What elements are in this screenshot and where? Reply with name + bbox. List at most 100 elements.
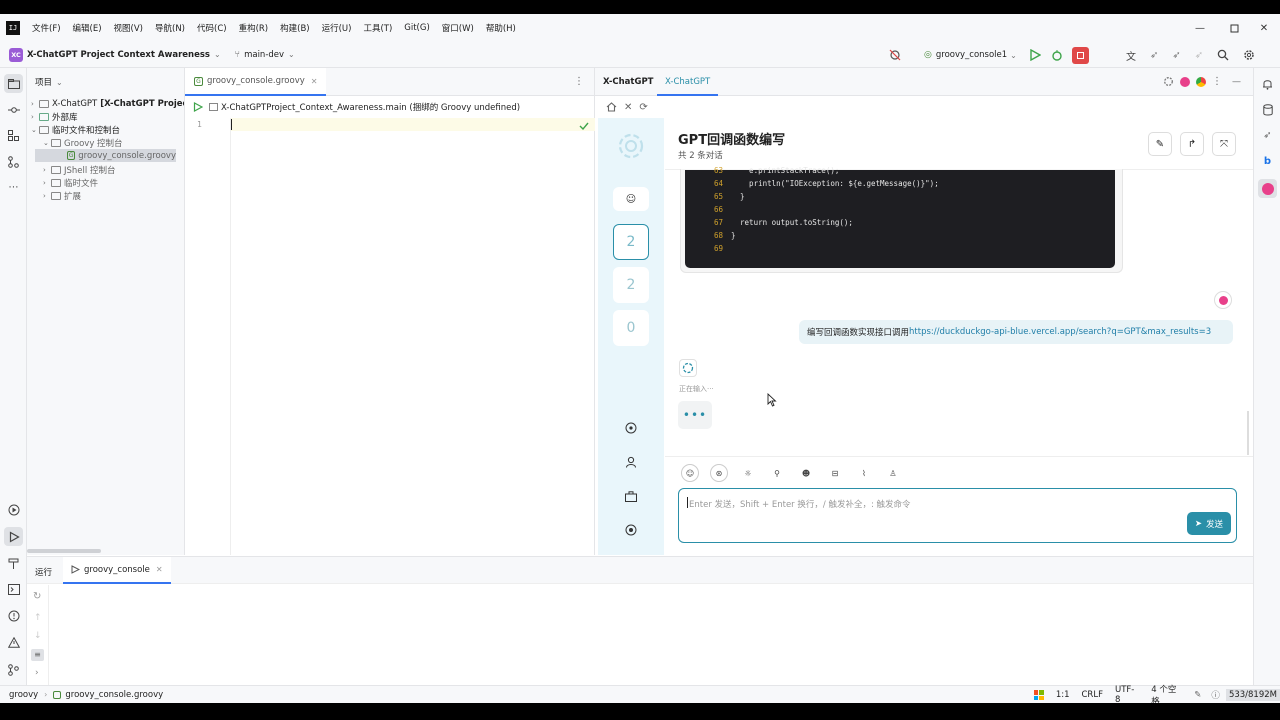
- commit-tool-button[interactable]: [4, 100, 23, 119]
- horizontal-scrollbar[interactable]: [27, 549, 101, 553]
- user-button[interactable]: [613, 444, 649, 480]
- send-plane-icon[interactable]: ➶: [1195, 50, 1203, 61]
- tab-options-icon[interactable]: ⋮: [574, 76, 584, 87]
- menu-refactor[interactable]: 重构(R): [239, 22, 269, 34]
- problems-tool-button[interactable]: [4, 606, 23, 625]
- bing-icon[interactable]: b: [1258, 152, 1277, 171]
- settings-button[interactable]: [613, 410, 649, 446]
- line-separator[interactable]: CRLF: [1082, 690, 1103, 700]
- maximize-button[interactable]: [1218, 14, 1250, 42]
- conversation-item-2[interactable]: 2: [613, 267, 649, 303]
- menu-help[interactable]: 帮助(H): [486, 22, 516, 34]
- plugin-logo-icon[interactable]: [1180, 76, 1190, 87]
- xchatgpt-tool-button[interactable]: [1258, 179, 1277, 198]
- tree-item-scratches[interactable]: ⌄ 临时文件和控制台: [31, 123, 120, 136]
- bug-off-icon[interactable]: [888, 48, 902, 62]
- message-input[interactable]: Enter 发送，Shift + Enter 换行，/ 触发补全，: 触发命令 …: [678, 488, 1237, 543]
- more-options-icon[interactable]: ⋮: [1212, 76, 1222, 87]
- menu-file[interactable]: 文件(F): [32, 22, 61, 34]
- menu-git[interactable]: Git(G): [404, 23, 430, 33]
- close-tab-icon[interactable]: ✕: [311, 77, 318, 86]
- menu-view[interactable]: 视图(V): [114, 22, 143, 34]
- tree-item-extensions[interactable]: › 扩展: [43, 189, 81, 202]
- chevron-down-icon[interactable]: ⌄: [288, 50, 295, 59]
- emoji-tool-button[interactable]: ☺: [681, 464, 699, 482]
- soft-wrap-icon[interactable]: ≡: [31, 649, 44, 661]
- cursor-position[interactable]: 1:1: [1056, 690, 1070, 700]
- conversation-item-1[interactable]: 2: [613, 224, 649, 260]
- theme-tool-button[interactable]: ☼: [739, 464, 757, 482]
- send-plane-icon[interactable]: ➶: [1258, 126, 1277, 145]
- close-window-button[interactable]: ✕: [1248, 14, 1280, 42]
- gear-icon[interactable]: [1163, 76, 1174, 87]
- model-tool-button[interactable]: ⊛: [710, 464, 728, 482]
- chevron-right-icon[interactable]: ›: [35, 668, 39, 678]
- warnings-tool-button[interactable]: [4, 633, 23, 652]
- arrow-up-icon[interactable]: ↑: [34, 613, 42, 623]
- briefcase-button[interactable]: [613, 478, 649, 514]
- menu-edit[interactable]: 编辑(E): [73, 22, 102, 34]
- structure-tool-button[interactable]: [4, 126, 23, 145]
- bot-tool-button[interactable]: ♙: [884, 464, 902, 482]
- user-message-link[interactable]: https://duckduckgo-api-blue.vercel.app/s…: [909, 327, 1211, 337]
- tab-xchatgpt[interactable]: X-ChatGPT: [657, 68, 719, 96]
- send-plane-icon[interactable]: ➶: [1150, 50, 1158, 61]
- build-tool-button[interactable]: [4, 554, 23, 573]
- menu-window[interactable]: 窗口(W): [442, 22, 474, 34]
- layout-tool-button[interactable]: ⊟: [826, 464, 844, 482]
- search-icon[interactable]: [1217, 49, 1229, 61]
- tree-item-groovy-console-file[interactable]: G groovy_console.groovy: [35, 149, 176, 162]
- prompt-tool-button[interactable]: ⚲: [768, 464, 786, 482]
- send-plane-icon[interactable]: ➶: [1172, 50, 1180, 61]
- more-tools-icon[interactable]: ⋯: [4, 178, 23, 197]
- breadcrumb-file[interactable]: groovy_console.groovy: [65, 690, 163, 700]
- database-button[interactable]: [1258, 100, 1277, 119]
- terminal-tool-button[interactable]: [4, 580, 23, 599]
- new-chat-button[interactable]: ☺: [613, 187, 649, 211]
- edit-lock-icon[interactable]: ✎: [1194, 690, 1201, 700]
- current-line-highlight[interactable]: [231, 118, 595, 131]
- editor-run-line[interactable]: X-ChatGPTProject_Context_Awareness.main …: [193, 101, 520, 113]
- breadcrumb-root[interactable]: groovy: [9, 690, 38, 700]
- menu-tools[interactable]: 工具(T): [363, 22, 392, 34]
- gear-icon[interactable]: [1243, 49, 1255, 61]
- rerun-icon[interactable]: ↻: [33, 591, 41, 602]
- memory-indicator[interactable]: 533/8192M: [1225, 689, 1280, 701]
- github-button[interactable]: [613, 512, 649, 548]
- hide-panel-icon[interactable]: —: [1232, 77, 1241, 87]
- chevron-down-icon[interactable]: ⌄: [1010, 51, 1017, 60]
- chrome-icon[interactable]: [1196, 76, 1206, 87]
- branch-name[interactable]: main-dev: [244, 50, 284, 60]
- share-button[interactable]: ↱: [1180, 132, 1204, 156]
- git-tool-button[interactable]: [4, 660, 23, 679]
- chat-scrollbar[interactable]: [1247, 411, 1249, 455]
- pull-requests-tool-button[interactable]: [4, 152, 23, 171]
- project-name[interactable]: X-ChatGPT Project Context Awareness: [27, 50, 210, 60]
- editor-tab-groovy-console[interactable]: G groovy_console.groovy ✕: [185, 68, 327, 96]
- notifications-button[interactable]: [1258, 74, 1277, 93]
- run-icon[interactable]: [1029, 49, 1041, 61]
- stop-button[interactable]: [1071, 46, 1089, 64]
- project-panel-header[interactable]: 项目 ⌄: [35, 76, 63, 89]
- project-tool-button[interactable]: [4, 74, 23, 93]
- run-icon[interactable]: [193, 102, 203, 112]
- services-tool-button[interactable]: [4, 500, 23, 519]
- home-icon[interactable]: [606, 102, 617, 112]
- windows-icon[interactable]: [1034, 690, 1044, 700]
- tree-item-scratch-files[interactable]: › 临时文件: [43, 176, 98, 189]
- debug-icon[interactable]: [1051, 49, 1063, 61]
- close-tab-icon[interactable]: ✕: [156, 565, 163, 574]
- send-button[interactable]: ➤ 发送: [1187, 512, 1231, 535]
- close-icon[interactable]: ✕: [624, 102, 632, 113]
- edit-title-button[interactable]: ✎: [1148, 132, 1172, 156]
- minimize-button[interactable]: —: [1184, 14, 1216, 42]
- tab-groovy-console[interactable]: groovy_console ✕: [63, 557, 171, 584]
- tree-item-project-root[interactable]: › X-ChatGPT [X-ChatGPT Project C: [31, 97, 184, 110]
- tree-item-external-libraries[interactable]: › 外部库: [31, 110, 78, 123]
- arrow-down-icon[interactable]: ↓: [34, 631, 42, 641]
- menu-build[interactable]: 构建(B): [280, 22, 309, 34]
- fullscreen-button[interactable]: ⤧: [1212, 132, 1236, 156]
- menu-navigate[interactable]: 导航(N): [155, 22, 185, 34]
- tree-item-groovy-console[interactable]: ⌄ Groovy 控制台: [43, 136, 123, 149]
- menu-run[interactable]: 运行(U): [322, 22, 352, 34]
